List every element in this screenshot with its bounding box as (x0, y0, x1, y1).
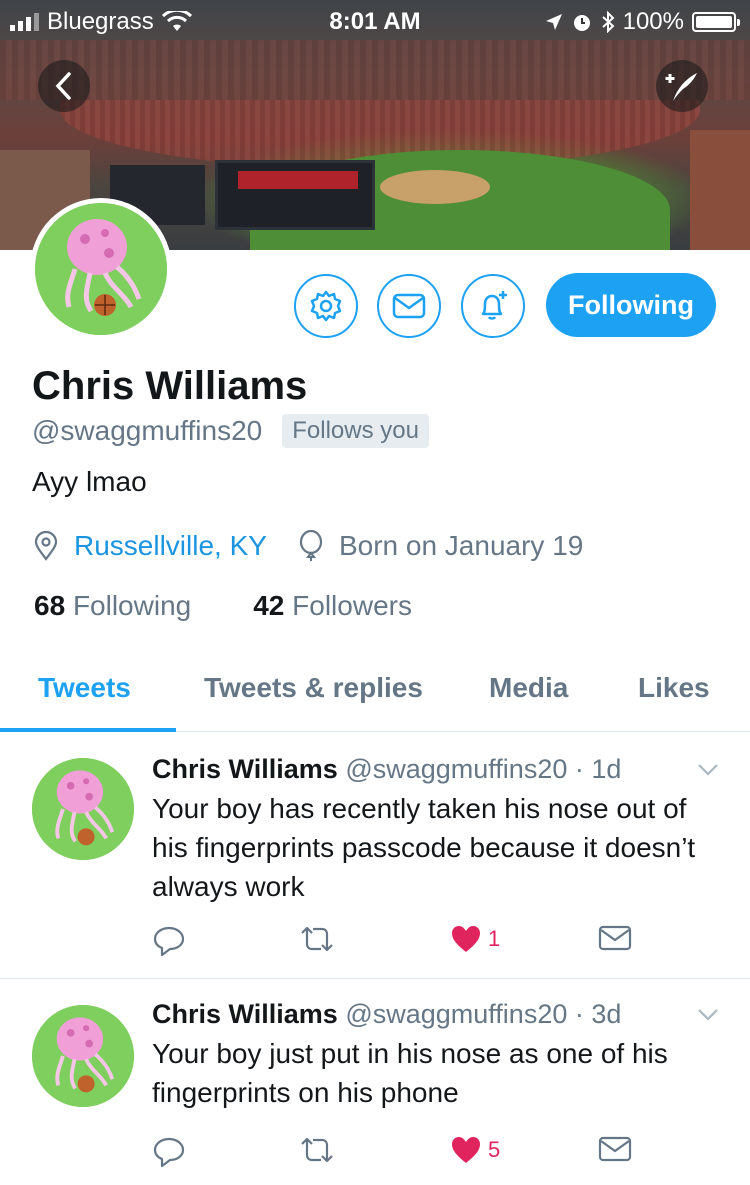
status-bar: Bluegrass 8:01 AM 100% (0, 0, 750, 40)
compose-icon (665, 73, 697, 101)
message-button[interactable] (377, 274, 441, 338)
profile-handle: @swaggmuffins20 (32, 415, 263, 446)
reply-button[interactable] (152, 1135, 186, 1169)
heart-icon (452, 1137, 480, 1163)
follows-you-badge: Follows you (282, 414, 429, 448)
tweet-author-handle: @swaggmuffins20 (345, 999, 568, 1029)
followers-count-link[interactable]: 42 Followers (253, 590, 412, 622)
bell-plus-icon (481, 291, 507, 320)
chevron-down-icon[interactable] (696, 1007, 720, 1023)
jellyfish-avatar-image (32, 758, 134, 860)
dm-share-button[interactable] (598, 1135, 632, 1163)
alarm-icon (573, 15, 590, 31)
dm-share-button[interactable] (598, 924, 632, 952)
profile-tabs: Tweets Tweets & replies Media Likes (0, 660, 750, 732)
active-tab-indicator (0, 728, 176, 732)
reply-button[interactable] (152, 924, 186, 958)
mail-icon (598, 1136, 632, 1162)
retweet-icon (301, 1137, 333, 1163)
settings-button[interactable] (294, 274, 358, 338)
gear-icon (310, 290, 342, 322)
tab-tweets-and-replies[interactable]: Tweets & replies (204, 672, 423, 704)
reply-icon (153, 926, 185, 957)
balloon-icon (299, 530, 323, 561)
tweet-author-handle: @swaggmuffins20 (345, 754, 568, 784)
tweet-text: Your boy just put in his nose as one of … (152, 1038, 668, 1108)
profile-bio: Ayy lmao (32, 466, 147, 497)
following-count: 68 (34, 590, 66, 621)
following-button[interactable]: Following (546, 273, 716, 337)
profile-name: Chris Williams (32, 364, 308, 408)
battery-icon (692, 12, 740, 32)
heart-icon (452, 926, 480, 952)
mail-icon (392, 293, 426, 319)
tab-media[interactable]: Media (489, 672, 568, 704)
location-icon (34, 531, 58, 561)
bluetooth-icon (601, 11, 615, 33)
profile-birthday: Born on January 19 (338, 530, 584, 561)
followers-count: 42 (253, 590, 285, 621)
tweet-text: Your boy has recently taken his nose out… (152, 793, 696, 902)
back-icon (55, 72, 71, 100)
back-button[interactable] (38, 60, 90, 112)
compose-tweet-button[interactable] (656, 60, 708, 112)
tweet-author-name: Chris Williams (152, 999, 338, 1029)
tweet-separator: · (574, 754, 584, 784)
chevron-down-icon[interactable] (696, 762, 720, 778)
tweet-avatar[interactable] (32, 1005, 134, 1107)
profile-location-link[interactable]: Russellville, KY (74, 530, 267, 562)
like-button[interactable]: 5 (450, 1135, 500, 1165)
mail-icon (598, 925, 632, 951)
location-arrow-icon (545, 14, 562, 30)
battery-percent: 100% (622, 8, 684, 35)
tweet-avatar[interactable] (32, 758, 134, 860)
followers-label: Followers (292, 590, 412, 621)
following-count-link[interactable]: 68 Following (34, 590, 191, 622)
retweet-button[interactable] (298, 1135, 336, 1165)
tweet-time: 3d (591, 999, 622, 1029)
like-button[interactable]: 1 (450, 924, 500, 954)
jellyfish-avatar-image (35, 203, 167, 335)
tweet-divider (0, 978, 750, 979)
like-count: 1 (488, 926, 501, 951)
retweet-icon (301, 926, 333, 952)
tab-likes[interactable]: Likes (638, 672, 710, 704)
profile-avatar[interactable] (30, 198, 172, 340)
tweet-separator: · (574, 999, 584, 1029)
following-label: Following (72, 590, 192, 621)
tweet-author-name: Chris Williams (152, 754, 338, 784)
tab-tweets[interactable]: Tweets (38, 672, 131, 704)
reply-icon (153, 1137, 185, 1168)
retweet-button[interactable] (298, 924, 336, 954)
notifications-button[interactable] (461, 274, 525, 338)
jellyfish-avatar-image (32, 1005, 134, 1107)
like-count: 5 (488, 1137, 501, 1162)
tweet-time: 1d (591, 754, 622, 784)
